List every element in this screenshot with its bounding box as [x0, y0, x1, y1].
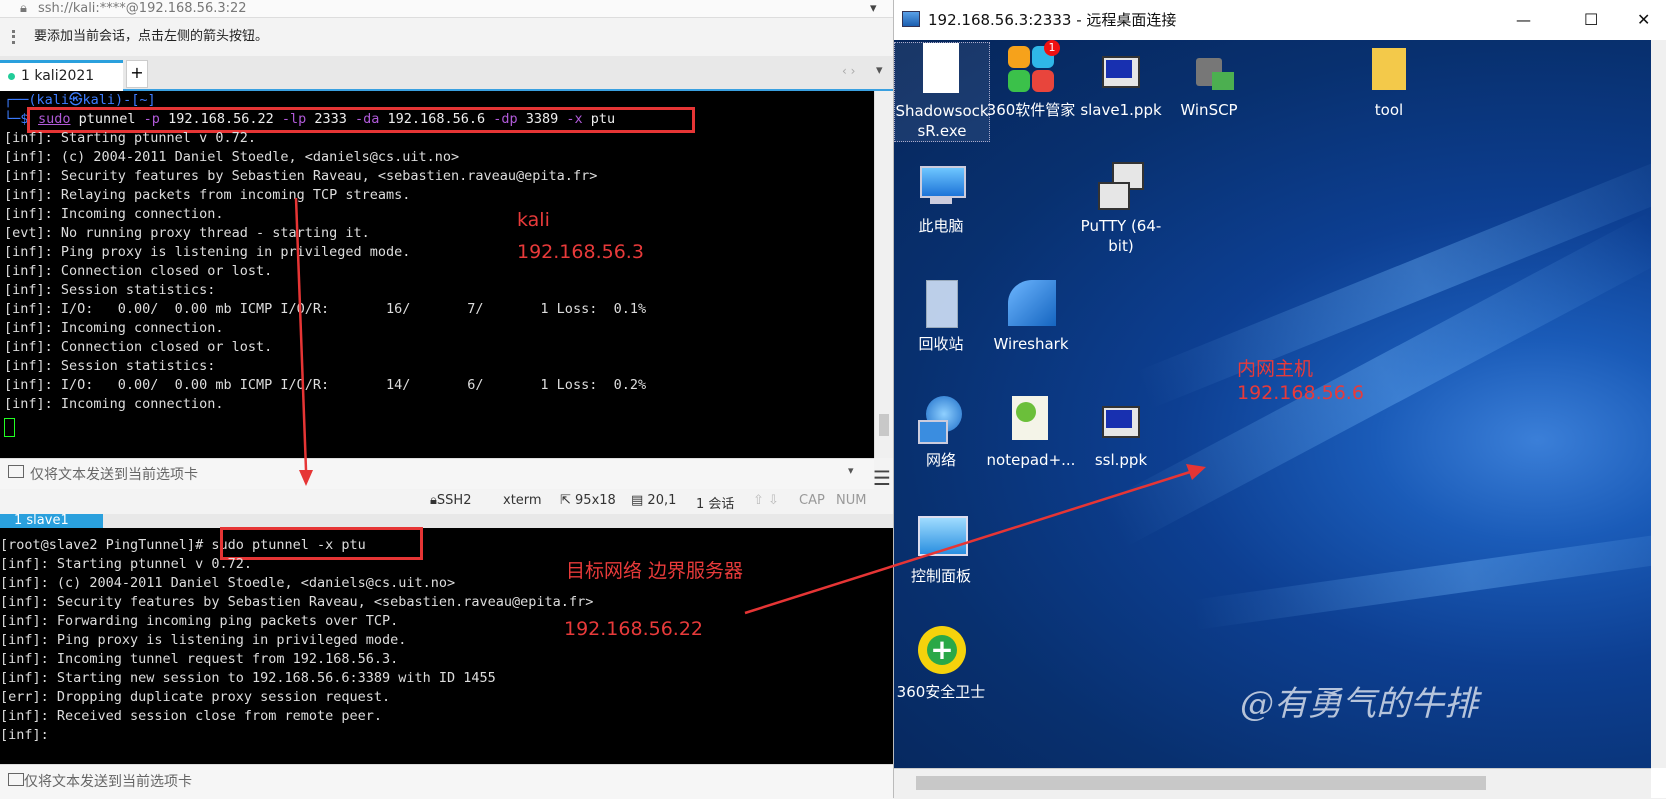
arrow-kali-down	[294, 197, 308, 471]
arrow-head	[299, 470, 313, 486]
arrow-to-intranet	[744, 470, 1191, 615]
annotation-arrows	[294, 197, 1206, 615]
arrow-head	[1186, 464, 1206, 480]
